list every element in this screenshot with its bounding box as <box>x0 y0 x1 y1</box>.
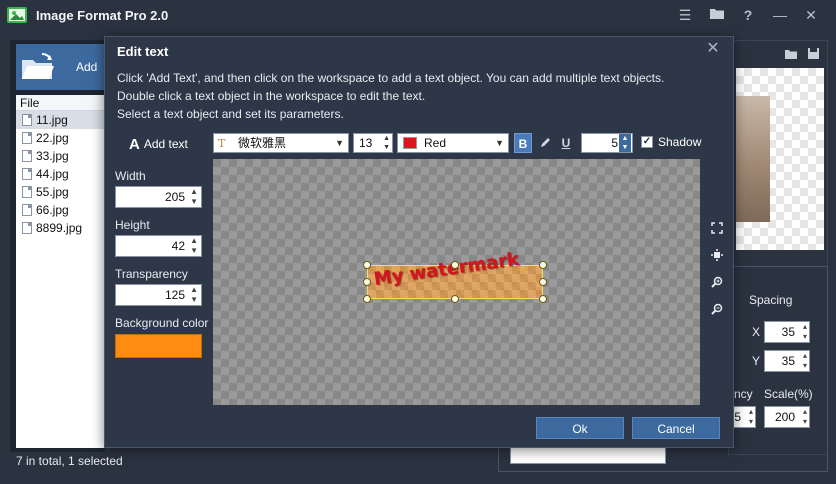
zoom-in-icon[interactable] <box>708 275 726 293</box>
status-text: 7 in total, 1 selected <box>16 454 123 468</box>
list-item[interactable]: 55.jpg <box>16 183 108 201</box>
font-select[interactable]: T 微软雅黑 ▼ <box>213 133 349 153</box>
help-icon[interactable]: ? <box>739 6 757 24</box>
chevron-down-icon: ▼ <box>335 138 344 148</box>
italic-button[interactable] <box>536 133 554 153</box>
scale-input[interactable]: 200 <box>764 406 810 428</box>
app-title: Image Format Pro 2.0 <box>36 8 169 23</box>
watermark-text-object[interactable]: My watermark <box>367 249 543 299</box>
zoom-out-icon[interactable] <box>708 302 726 320</box>
fit-screen-icon[interactable] <box>708 221 726 239</box>
close-app-icon[interactable]: ✕ <box>802 6 820 24</box>
file-icon <box>22 204 32 216</box>
save-icon[interactable] <box>804 46 822 64</box>
minimize-icon[interactable]: — <box>771 6 789 24</box>
shadow-size-stepper[interactable]: 5 ▲ ▼ <box>581 133 633 153</box>
text-color-select[interactable]: Red ▼ <box>397 133 509 153</box>
font-size-stepper[interactable]: 13 ▲ ▼ <box>353 133 393 153</box>
right-folder-icon[interactable] <box>782 46 800 64</box>
list-item[interactable]: 11.jpg <box>16 111 108 129</box>
text-toolbar: A Add text T 微软雅黑 ▼ 13 ▲ ▼ Red ▼ B U 5 ▲ ▼… <box>105 132 733 156</box>
y-label: Y <box>752 354 761 368</box>
list-item[interactable]: 44.jpg <box>16 165 108 183</box>
menu-icon[interactable]: ☰ <box>676 6 694 24</box>
transparency-input[interactable]: 125 ▲ ▼ <box>115 284 202 306</box>
add-text-button[interactable]: A Add text <box>129 135 188 153</box>
ok-button[interactable]: Ok <box>536 417 624 439</box>
cancel-button[interactable]: Cancel <box>632 417 720 439</box>
file-icon <box>22 150 32 162</box>
file-icon <box>22 186 32 198</box>
file-icon <box>22 168 32 180</box>
file-icon <box>22 114 32 126</box>
chevron-down-icon: ▼ <box>495 138 504 148</box>
open-folder-icon <box>22 53 54 79</box>
background-color-swatch[interactable] <box>115 334 202 358</box>
add-files-button[interactable]: Add <box>16 44 108 90</box>
bold-button[interactable]: B <box>514 133 532 153</box>
add-label: Add <box>76 60 98 74</box>
list-item[interactable]: 22.jpg <box>16 129 108 147</box>
pen-icon <box>541 138 550 147</box>
file-icon <box>22 132 32 144</box>
resize-handle[interactable] <box>363 278 371 286</box>
scale-label: Scale(%) <box>764 387 813 401</box>
list-item[interactable]: 33.jpg <box>16 147 108 165</box>
thumbnail-strip <box>510 446 666 464</box>
file-list[interactable]: File 11.jpg 22.jpg 33.jpg 44.jpg 55.jpg … <box>16 95 108 448</box>
resize-handle[interactable] <box>363 295 371 303</box>
width-label: Width <box>115 169 146 183</box>
x-label: X <box>752 325 761 339</box>
spin-arrows-icon[interactable]: ▲ ▼ <box>383 134 390 152</box>
folder-icon[interactable] <box>708 6 726 24</box>
settings-tab-divider <box>736 266 828 267</box>
resize-handle[interactable] <box>539 278 547 286</box>
resize-handle[interactable] <box>451 261 459 269</box>
text-a-icon: A <box>129 135 140 153</box>
list-item[interactable]: 66.jpg <box>16 201 108 219</box>
title-bar: Image Format Pro 2.0 ☰ ? — ✕ <box>0 0 836 30</box>
resize-handle[interactable] <box>539 295 547 303</box>
spacing-x-input[interactable]: 35 <box>764 321 810 343</box>
resize-handle[interactable] <box>539 261 547 269</box>
spin-arrows-icon[interactable]: ▲ ▼ <box>190 285 198 305</box>
spin-arrows-icon[interactable]: ▲ ▼ <box>190 187 198 207</box>
height-label: Height <box>115 218 150 232</box>
app-logo-icon <box>7 7 27 23</box>
resize-handle[interactable] <box>451 295 459 303</box>
edit-text-dialog: Edit text ✕ Click 'Add Text', and then c… <box>104 36 734 448</box>
file-column-header[interactable]: File <box>16 95 108 111</box>
text-workspace[interactable]: My watermark <box>213 159 700 405</box>
spin-arrows-icon[interactable]: ▲ ▼ <box>619 134 631 152</box>
background-color-label: Background color <box>115 316 209 330</box>
height-input[interactable]: 42 ▲ ▼ <box>115 235 202 257</box>
dialog-close-icon[interactable]: ✕ <box>705 41 721 57</box>
font-icon: T <box>218 137 226 150</box>
list-item[interactable]: 8899.jpg <box>16 219 108 237</box>
resize-handle[interactable] <box>363 261 371 269</box>
instructions: Click 'Add Text', and then click on the … <box>117 71 665 121</box>
spin-arrows-icon[interactable]: ▲ ▼ <box>190 236 198 256</box>
preview-photo <box>736 96 770 222</box>
check-icon: ✓ <box>641 136 653 148</box>
watermark-text: My watermark <box>372 248 521 290</box>
color-swatch <box>403 137 417 149</box>
center-icon[interactable] <box>708 248 726 266</box>
spacing-y-input[interactable]: 35 <box>764 350 810 372</box>
dialog-title: Edit text <box>117 44 169 59</box>
shadow-checkbox[interactable]: ✓ Shadow <box>641 135 701 149</box>
transparency-label: Transparency <box>115 267 188 281</box>
file-icon <box>22 222 32 234</box>
partial-label: ncy <box>734 387 753 401</box>
spacing-label: Spacing <box>749 293 793 307</box>
underline-button[interactable]: U <box>557 133 575 153</box>
width-input[interactable]: 205 ▲ ▼ <box>115 186 202 208</box>
